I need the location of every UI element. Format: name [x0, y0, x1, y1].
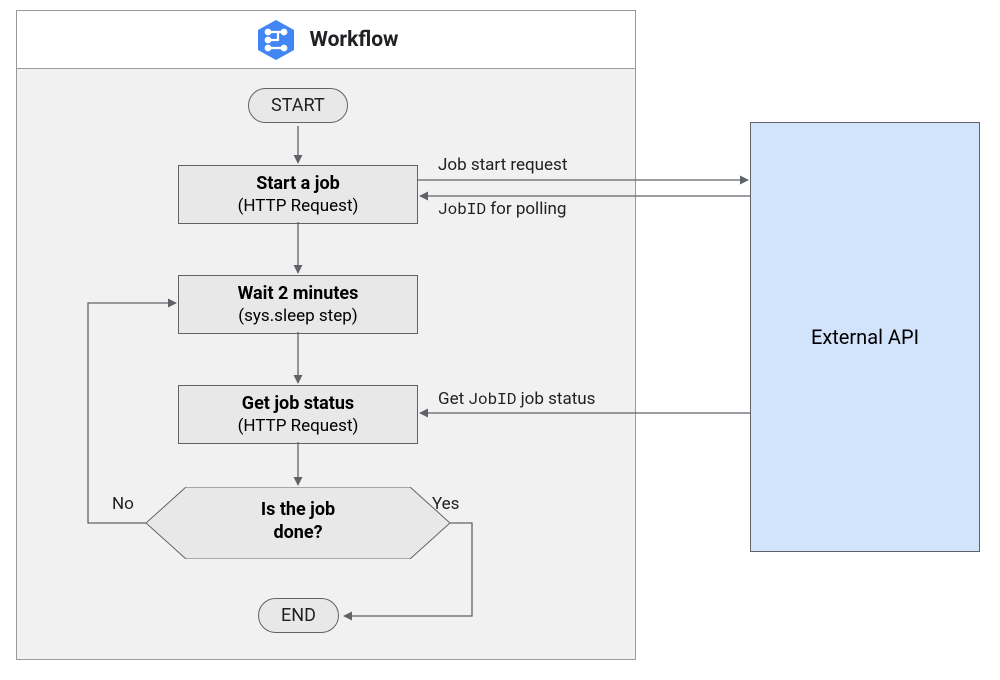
get-status-step: Get job status (HTTP Request): [178, 385, 418, 444]
jobid-code-2: JobID: [468, 388, 516, 409]
decision-line2: done?: [273, 522, 322, 543]
wait-step: Wait 2 minutes (sys.sleep step): [178, 275, 418, 334]
decision-node: Is the job done?: [146, 487, 450, 559]
start-label: START: [271, 95, 325, 116]
edge-label-job-start-request: Job start request: [438, 155, 567, 175]
getstatus-pre: Get: [438, 389, 468, 409]
end-label: END: [281, 605, 316, 626]
workflow-header: Workflow: [17, 11, 635, 69]
wait-title: Wait 2 minutes: [189, 282, 407, 305]
start-job-sub: (HTTP Request): [189, 195, 407, 217]
get-status-title: Get job status: [189, 392, 407, 415]
jobid-post: for polling: [486, 199, 566, 219]
end-node: END: [258, 598, 339, 633]
edge-label-yes: Yes: [432, 494, 459, 514]
workflow-icon: [254, 18, 298, 62]
decision-text: Is the job done?: [218, 499, 378, 544]
getstatus-post: job status: [516, 389, 595, 409]
decision-line1: Is the job: [261, 499, 335, 520]
start-job-step: Start a job (HTTP Request): [178, 165, 418, 224]
workflow-title: Workflow: [310, 28, 399, 52]
start-job-title: Start a job: [189, 172, 407, 195]
start-node: START: [248, 88, 348, 123]
jobid-code-1: JobID: [438, 198, 486, 219]
get-status-sub: (HTTP Request): [189, 415, 407, 437]
external-api-box: External API: [750, 122, 980, 552]
wait-sub: (sys.sleep step): [189, 305, 407, 327]
edge-label-no: No: [112, 494, 134, 514]
edge-label-get-jobid-status: Get JobID job status: [438, 388, 595, 409]
external-api-label: External API: [811, 325, 919, 349]
edge-label-jobid-polling: JobID for polling: [438, 198, 566, 219]
